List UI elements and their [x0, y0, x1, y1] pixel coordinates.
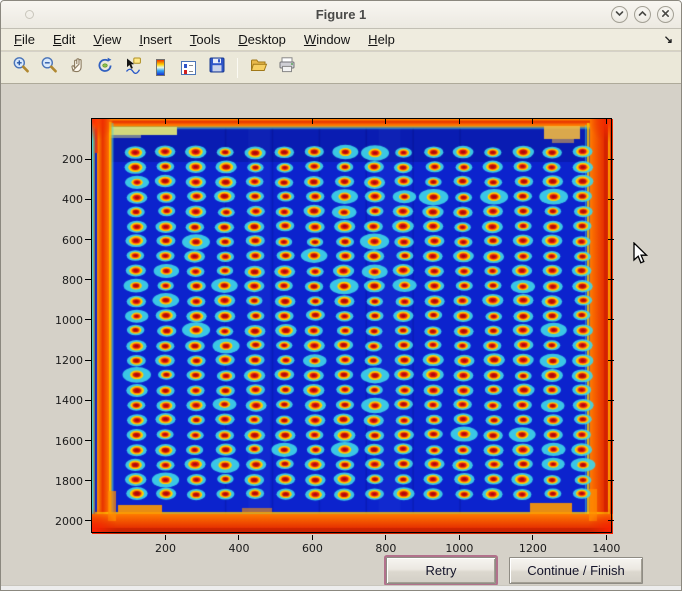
y-tick-mark [85, 239, 91, 240]
y-tick-mark [85, 400, 91, 401]
pan-button[interactable] [65, 56, 88, 79]
legend-icon [181, 61, 196, 75]
menu-item-view[interactable]: View [93, 32, 121, 47]
minimize-button[interactable] [611, 6, 628, 23]
print-figure-icon [277, 55, 297, 80]
menu-item-edit[interactable]: Edit [53, 32, 75, 47]
x-tick-mark-top [165, 119, 166, 124]
y-tick-label: 1800 [47, 475, 83, 488]
y-tick-label: 1200 [47, 354, 83, 367]
zoom-in-icon [11, 55, 31, 80]
colorbar-icon [156, 59, 165, 76]
y-tick-mark-right [608, 199, 614, 200]
x-tick-label: 1400 [584, 542, 628, 555]
x-tick-mark [606, 535, 607, 540]
y-tick-label: 1400 [47, 394, 83, 407]
open-file-button[interactable] [247, 56, 270, 79]
x-tick-mark-top [606, 119, 607, 124]
y-tick-mark [85, 520, 91, 521]
y-tick-mark [85, 279, 91, 280]
figure-canvas-area: 200 400 600 800 1000 1200 1400 200 400 600 800 1000… [1, 85, 681, 590]
x-tick-mark [459, 535, 460, 540]
open-file-icon [249, 55, 269, 80]
y-tick-label: 2000 [47, 515, 83, 528]
menu-bar: File Edit View Insert Tools Desktop Window Help… [1, 29, 681, 51]
heatmap-image[interactable] [92, 119, 613, 534]
menu-item-tools[interactable]: Tools [190, 32, 220, 47]
x-tick-label: 600 [290, 542, 334, 555]
y-tick-label: 800 [47, 274, 83, 287]
window-title: Figure 1 [1, 7, 681, 22]
menu-item-file[interactable]: File [14, 32, 35, 47]
menu-item-window[interactable]: Window [304, 32, 350, 47]
y-tick-mark [85, 319, 91, 320]
close-icon [660, 6, 671, 24]
x-tick-mark-top [238, 119, 239, 124]
menu-item-help[interactable]: Help [368, 32, 395, 47]
y-tick-label: 400 [47, 193, 83, 206]
x-tick-mark [312, 535, 313, 540]
x-tick-mark-top [385, 119, 386, 124]
title-bar[interactable]: Figure 1 [1, 1, 681, 29]
maximize-icon [637, 6, 648, 24]
toolbar [1, 52, 681, 84]
x-tick-label: 800 [364, 542, 408, 555]
data-cursor-button[interactable] [121, 56, 144, 79]
y-tick-label: 200 [47, 153, 83, 166]
y-tick-mark-right [608, 159, 614, 160]
y-tick-mark-right [608, 360, 614, 361]
y-tick-mark [85, 360, 91, 361]
x-tick-mark-top [532, 119, 533, 124]
colorbar-button[interactable] [149, 56, 172, 79]
y-tick-mark-right [608, 520, 614, 521]
y-tick-mark [85, 480, 91, 481]
y-tick-mark [85, 199, 91, 200]
pan-icon [67, 55, 87, 80]
y-tick-mark [85, 440, 91, 441]
mouse-cursor-icon [632, 242, 648, 266]
y-tick-label: 1600 [47, 435, 83, 448]
x-tick-label: 400 [217, 542, 261, 555]
y-tick-mark-right [608, 400, 614, 401]
print-figure-button[interactable] [275, 56, 298, 79]
figure-window: Figure 1 File Edit View Insert Tools Desktop W… [0, 0, 682, 591]
save-figure-icon [207, 55, 227, 80]
x-tick-label: 1000 [437, 542, 481, 555]
x-tick-mark-top [312, 119, 313, 124]
y-tick-label: 600 [47, 234, 83, 247]
rotate-3d-button[interactable] [93, 56, 116, 79]
y-tick-mark-right [608, 239, 614, 240]
y-tick-label: 1000 [47, 314, 83, 327]
x-tick-label: 200 [143, 542, 187, 555]
x-tick-mark [532, 535, 533, 540]
save-figure-button[interactable] [205, 56, 228, 79]
menu-item-insert[interactable]: Insert [139, 32, 172, 47]
insert-legend-button[interactable] [177, 56, 200, 79]
window-controls [611, 6, 674, 23]
zoom-out-button[interactable] [37, 56, 60, 79]
y-tick-mark-right [608, 279, 614, 280]
x-tick-mark [165, 535, 166, 540]
zoom-out-icon [39, 55, 59, 80]
menu-item-desktop[interactable]: Desktop [238, 32, 286, 47]
x-tick-mark [238, 535, 239, 540]
rotate-3d-icon [95, 55, 115, 80]
x-tick-mark-top [459, 119, 460, 124]
maximize-button[interactable] [634, 6, 651, 23]
window-bottom-edge [1, 585, 681, 590]
y-tick-mark-right [608, 480, 614, 481]
y-tick-mark-right [608, 319, 614, 320]
retry-button[interactable]: Retry [386, 557, 496, 584]
continue-finish-button[interactable]: Continue / Finish [509, 557, 643, 584]
close-button[interactable] [657, 6, 674, 23]
dock-figure-icon[interactable]: ↘ [664, 33, 673, 46]
y-tick-mark-right [608, 440, 614, 441]
x-tick-mark [385, 535, 386, 540]
data-cursor-icon [123, 55, 143, 80]
zoom-in-button[interactable] [9, 56, 32, 79]
minimize-icon [614, 6, 625, 24]
x-tick-label: 1200 [511, 542, 555, 555]
toolbar-separator [237, 58, 238, 78]
y-tick-mark [85, 159, 91, 160]
